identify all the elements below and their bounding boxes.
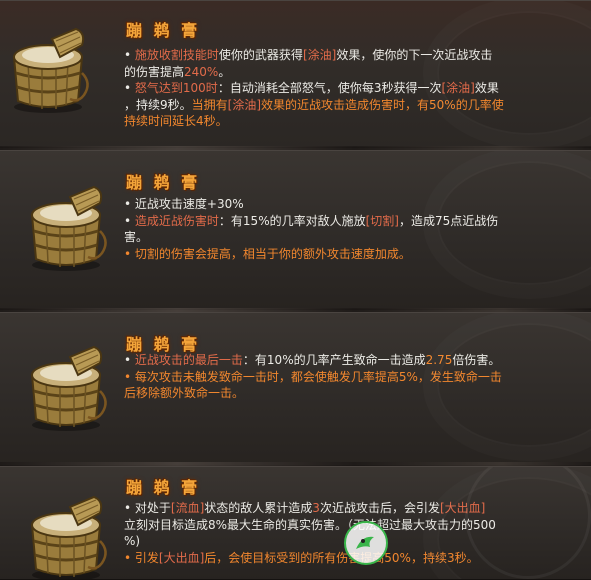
wooden-bucket-icon bbox=[18, 181, 114, 273]
text-segment: [涂油] bbox=[227, 97, 262, 112]
text-segment: • bbox=[124, 353, 135, 367]
text-segment: 的伤害提高 bbox=[124, 64, 185, 79]
text-segment: [大出血] bbox=[439, 501, 486, 515]
text-segment: 状态的敌人累计造成 bbox=[204, 501, 313, 515]
description-line: • 怒气达到100时：自动消耗全部怒气，使你每3秒获得一次[涂油]效果 bbox=[124, 80, 562, 97]
text-segment: 近战攻击的最后一击 bbox=[134, 353, 243, 367]
description-line: 的伤害提高240%。 bbox=[124, 64, 562, 81]
item-description: • 近战攻击速度+30% • 造成近战伤害时：有15%的几率对敌人施放[切割]，造… bbox=[124, 196, 562, 262]
text-segment: 怒气达到100时 bbox=[134, 81, 218, 95]
item-description: • 施放收割技能时使你的武器获得[涂油]效果，使你的下一次近战攻击 的伤害提高24… bbox=[124, 47, 562, 130]
text-segment: ，造成75点近战伤 bbox=[398, 213, 499, 228]
description-line: • 对处于[流血]状态的敌人累计造成3次近战攻击后，会引发[大出血] bbox=[124, 500, 562, 517]
text-segment: • 近战攻击速度+30% bbox=[124, 197, 244, 211]
text-segment: 240% bbox=[184, 64, 219, 79]
item-card-2: 蹦 鹈 膏 • 近战攻击速度+30% • 造成近战伤害时：有15%的几率对敌人施放… bbox=[0, 150, 591, 310]
item-title: 蹦 鹈 膏 bbox=[126, 173, 201, 192]
description-line: ，持续9秒。当拥有[涂油]效果的近战攻击造成伤害时，有50%的几率使 bbox=[124, 97, 562, 114]
item-card-1: 蹦 鹈 膏 • 施放收割技能时使你的武器获得[涂油]效果，使你的下一次近战攻击的… bbox=[0, 0, 591, 148]
item-card-4: 蹦 鹈 膏 • 对处于[流血]状态的敌人累计造成3次近战攻击后，会引发[大出血]… bbox=[0, 466, 591, 580]
text-segment: 后，会使目标受到的所有伤害提高50%，持续3秒。 bbox=[204, 550, 479, 565]
description-line: 害。 bbox=[124, 229, 562, 246]
description-line: • 施放收割技能时使你的武器获得[涂油]效果，使你的下一次近战攻击 bbox=[124, 47, 562, 64]
description-line: • 切割的伤害会提高，相当于你的额外攻击速度加成。 bbox=[124, 246, 562, 263]
text-segment: [流血] bbox=[170, 501, 205, 515]
description-line: • 引发[大出血]后，会使目标受到的所有伤害提高50%，持续3秒。 bbox=[124, 550, 562, 567]
item-card-3: 蹦 鹈 膏 • 近战攻击的最后一击：有10%的几率产生致命一击造成2.75倍伤害… bbox=[0, 312, 591, 466]
description-line: %) bbox=[124, 533, 562, 550]
description-line: • 近战攻击的最后一击：有10%的几率产生致命一击造成2.75倍伤害。 bbox=[124, 352, 562, 369]
text-segment: 3 bbox=[312, 501, 320, 515]
text-segment: • 引发 bbox=[124, 550, 159, 565]
item-title: 蹦 鹈 膏 bbox=[126, 478, 201, 497]
text-segment: 效果 bbox=[474, 81, 499, 95]
text-segment: 。 bbox=[218, 64, 231, 79]
text-segment: [涂油] bbox=[302, 48, 337, 62]
text-segment: 持续时间延长4秒。 bbox=[124, 114, 228, 128]
text-segment: 2.75 bbox=[425, 353, 453, 367]
text-segment: • 对处于 bbox=[124, 501, 171, 515]
text-segment: ，持续9秒。 bbox=[124, 97, 192, 112]
description-line: • 近战攻击速度+30% bbox=[124, 196, 562, 213]
text-segment: %) bbox=[124, 534, 141, 548]
wooden-bucket-icon bbox=[0, 23, 96, 115]
text-segment: 造成近战伤害时 bbox=[134, 213, 219, 228]
wooden-bucket-icon bbox=[18, 341, 114, 433]
text-segment: • bbox=[124, 48, 135, 62]
description-line: 立刻对目标造成8%最大生命的真实伤害。（无法超过最大攻击力的500 bbox=[124, 517, 562, 534]
wooden-bucket-icon bbox=[18, 491, 114, 579]
text-segment: ：有15%的几率对敌人施放 bbox=[218, 213, 366, 228]
description-line: 后移除额外致命一击。 bbox=[124, 385, 562, 402]
item-description: • 对处于[流血]状态的敌人累计造成3次近战攻击后，会引发[大出血] 立刻对目标造… bbox=[124, 500, 562, 566]
text-segment: ：有10%的几率产生致命一击造成 bbox=[242, 353, 426, 367]
site-logo-watermark bbox=[344, 521, 388, 565]
text-segment: 当拥有 bbox=[191, 97, 228, 112]
text-segment: 使你的武器获得 bbox=[218, 48, 303, 62]
text-segment: ：自动消耗全部怒气，使你每3秒获得一次 bbox=[217, 81, 442, 95]
item-description: • 近战攻击的最后一击：有10%的几率产生致命一击造成2.75倍伤害。 • 每次攻… bbox=[124, 352, 562, 402]
text-segment: 施放收割技能时 bbox=[134, 48, 219, 62]
text-segment: 立刻对目标造成8%最大生命的真实伤害。（无法超过最大攻击力的500 bbox=[124, 517, 496, 532]
text-segment: 倍伤害。 bbox=[452, 353, 501, 367]
text-segment: • bbox=[124, 81, 135, 95]
text-segment: 次近战攻击后，会引发 bbox=[319, 501, 440, 515]
text-segment: [切割] bbox=[365, 213, 399, 228]
item-title: 蹦 鹈 膏 bbox=[126, 21, 201, 40]
description-line: 持续时间延长4秒。 bbox=[124, 113, 562, 130]
text-segment: [大出血] bbox=[158, 550, 205, 565]
text-segment: 害。 bbox=[124, 230, 149, 244]
description-line: • 每次攻击未触发致命一击时，都会使触发几率提高5%，发生致命一击 bbox=[124, 369, 562, 386]
text-segment: 效果的近战攻击造成伤害时，有50%的几率使 bbox=[261, 97, 504, 112]
text-segment: [涂油] bbox=[441, 81, 475, 95]
text-segment: • bbox=[124, 213, 135, 228]
decorative-swirl bbox=[465, 467, 591, 579]
text-segment: 效果，使你的下一次近战攻击 bbox=[336, 48, 493, 62]
text-segment: • 每次攻击未触发致命一击时，都会使触发几率提高5%，发生致命一击 bbox=[124, 369, 502, 384]
description-line: • 造成近战伤害时：有15%的几率对敌人施放[切割]，造成75点近战伤 bbox=[124, 213, 562, 230]
text-segment: • 切割的伤害会提高，相当于你的额外攻击速度加成。 bbox=[124, 246, 411, 261]
text-segment: 后移除额外致命一击。 bbox=[124, 386, 245, 400]
